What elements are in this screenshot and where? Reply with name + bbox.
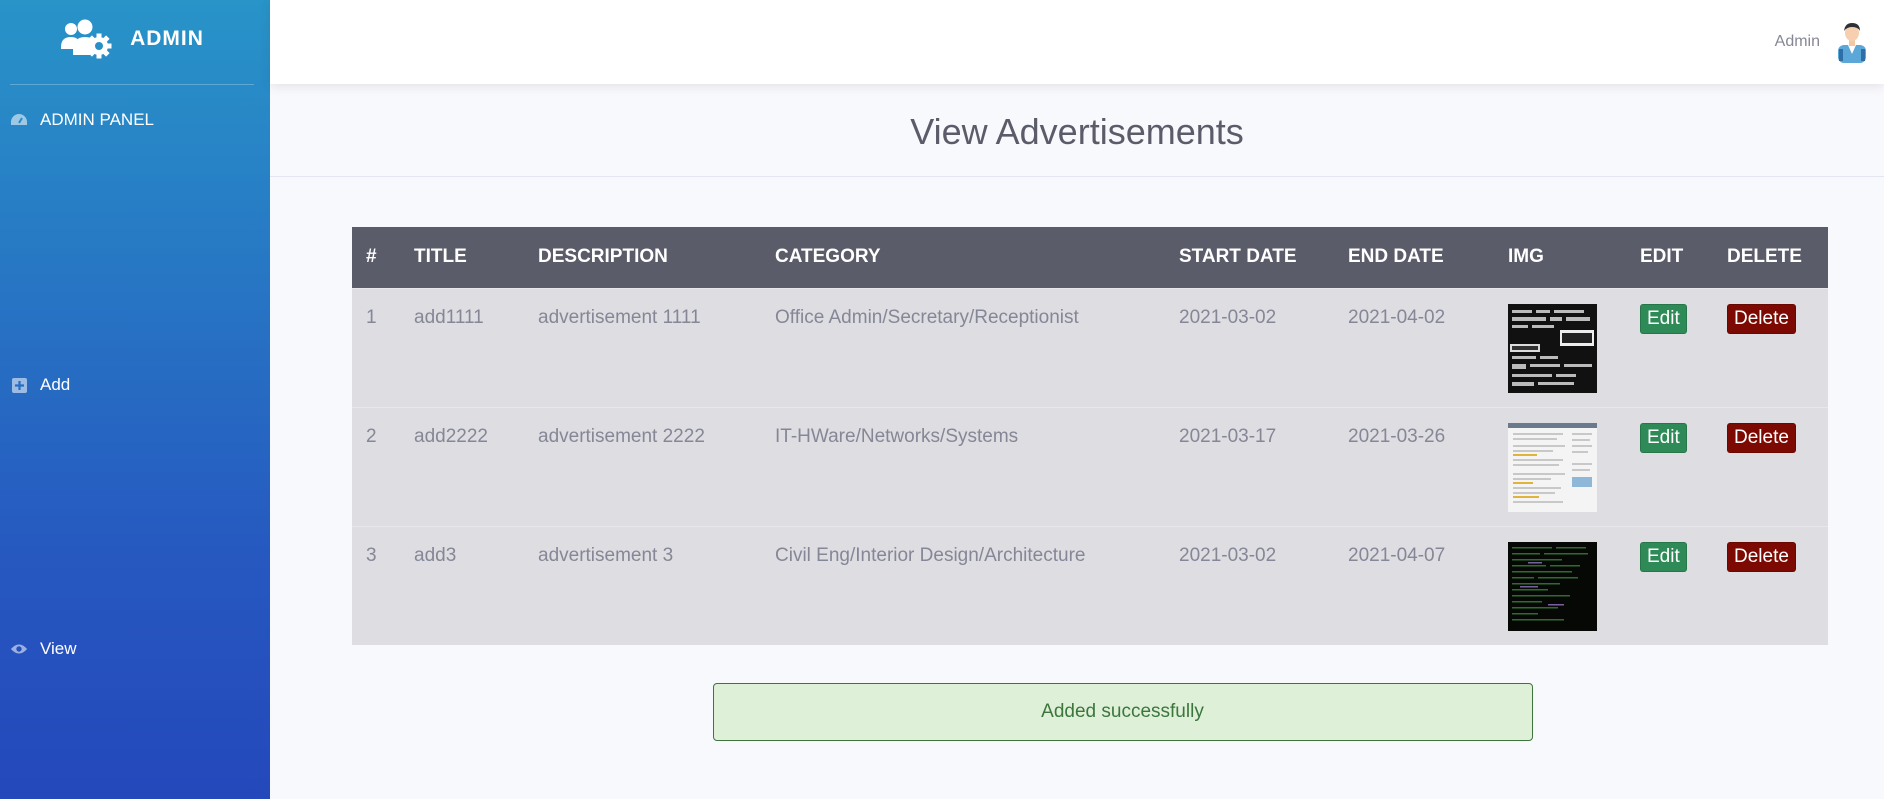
user-name[interactable]: Admin xyxy=(1775,33,1820,51)
edit-button[interactable]: Edit xyxy=(1640,541,1687,572)
cell-description: advertisement 2222 xyxy=(538,425,705,447)
page-title: View Advertisements xyxy=(910,111,1244,152)
topbar: Admin xyxy=(270,0,1884,84)
avatar[interactable] xyxy=(1834,21,1870,63)
cell-start-date: 2021-03-02 xyxy=(1179,544,1277,566)
ad-thumbnail-document xyxy=(1508,422,1597,512)
col-header-img: IMG xyxy=(1508,246,1544,268)
col-header-start-date: START DATE xyxy=(1179,246,1297,268)
cell-delete: Delete xyxy=(1713,288,1828,407)
sidebar-item-label: ADMIN PANEL xyxy=(40,110,154,129)
table-header-row: # TITLE DESCRIPTION CATEGORY START DATE … xyxy=(352,227,1828,288)
cell-description: advertisement 1111 xyxy=(538,306,701,328)
cell-start-date: 2021-03-02 xyxy=(1179,306,1277,328)
cell-title: add1111 xyxy=(414,306,484,328)
success-alert: Added successfully xyxy=(712,683,1533,741)
main-area: Admin View Advertisements # TITLE DESCRI… xyxy=(270,0,1884,799)
cell-edit: Edit xyxy=(1626,407,1713,526)
app-layout: ADMIN ADMIN PANEL Add View Admin View Ad… xyxy=(0,0,1884,799)
sidebar-item-add[interactable]: Add xyxy=(10,375,70,395)
delete-button[interactable]: Delete xyxy=(1727,303,1796,334)
plus-square-icon xyxy=(10,376,28,394)
cell-category: Civil Eng/Interior Design/Architecture xyxy=(775,544,1086,566)
users-cog-icon xyxy=(61,19,112,59)
content: # TITLE DESCRIPTION CATEGORY START DATE … xyxy=(270,177,1884,741)
cell-num: 1 xyxy=(366,306,377,328)
sidebar-item-label: View xyxy=(40,639,77,658)
cell-title: add3 xyxy=(414,544,457,566)
delete-button[interactable]: Delete xyxy=(1727,541,1796,572)
edit-button[interactable]: Edit xyxy=(1640,422,1687,453)
cell-num: 3 xyxy=(366,544,377,566)
sidebar-item-label: Add xyxy=(40,375,71,394)
cell-category: IT-HWare/Networks/Systems xyxy=(775,425,1019,447)
cell-edit: Edit xyxy=(1626,288,1713,407)
cell-end-date: 2021-04-07 xyxy=(1348,544,1446,566)
ad-thumbnail-code xyxy=(1508,541,1597,631)
brand-text: ADMIN xyxy=(130,27,204,50)
table-row: 2 add2222 advertisement 2222 IT-HWare/Ne… xyxy=(352,407,1828,526)
cell-start-date: 2021-03-17 xyxy=(1179,425,1277,447)
col-header-num: # xyxy=(366,246,377,268)
cell-delete: Delete xyxy=(1713,526,1828,645)
sidebar-divider xyxy=(10,84,254,85)
advertisements-table: # TITLE DESCRIPTION CATEGORY START DATE … xyxy=(352,227,1828,645)
cell-end-date: 2021-04-02 xyxy=(1348,306,1446,328)
sidebar-brand[interactable]: ADMIN xyxy=(0,0,270,78)
gauge-icon xyxy=(10,111,28,129)
cell-num: 2 xyxy=(366,425,377,447)
col-header-end-date: END DATE xyxy=(1348,246,1444,268)
eye-icon xyxy=(10,640,28,658)
alert-wrapper: Added successfully xyxy=(352,645,1884,741)
col-header-delete: DELETE xyxy=(1727,246,1802,268)
col-header-title: TITLE xyxy=(414,246,467,268)
sidebar-item-admin-panel[interactable]: ADMIN PANEL xyxy=(10,110,154,130)
edit-button[interactable]: Edit xyxy=(1640,303,1687,334)
table-row: 1 add1111 advertisement 1111 Office Admi… xyxy=(352,288,1828,407)
table-row: 3 add3 advertisement 3 Civil Eng/Interio… xyxy=(352,526,1828,645)
cell-edit: Edit xyxy=(1626,526,1713,645)
cell-img xyxy=(1494,407,1626,526)
cell-title: add2222 xyxy=(414,425,488,447)
sidebar-item-view[interactable]: View xyxy=(10,639,77,659)
ad-thumbnail-wordcloud xyxy=(1508,303,1597,393)
cell-delete: Delete xyxy=(1713,407,1828,526)
cell-img xyxy=(1494,526,1626,645)
page-header: View Advertisements xyxy=(270,84,1884,177)
delete-button[interactable]: Delete xyxy=(1727,422,1796,453)
col-header-description: DESCRIPTION xyxy=(538,246,668,268)
cell-description: advertisement 3 xyxy=(538,544,674,566)
sidebar: ADMIN ADMIN PANEL Add View xyxy=(0,0,270,799)
col-header-category: CATEGORY xyxy=(775,246,881,268)
cell-category: Office Admin/Secretary/Receptionist xyxy=(775,306,1079,328)
cell-img xyxy=(1494,288,1626,407)
cell-end-date: 2021-03-26 xyxy=(1348,425,1446,447)
col-header-edit: EDIT xyxy=(1640,246,1684,268)
